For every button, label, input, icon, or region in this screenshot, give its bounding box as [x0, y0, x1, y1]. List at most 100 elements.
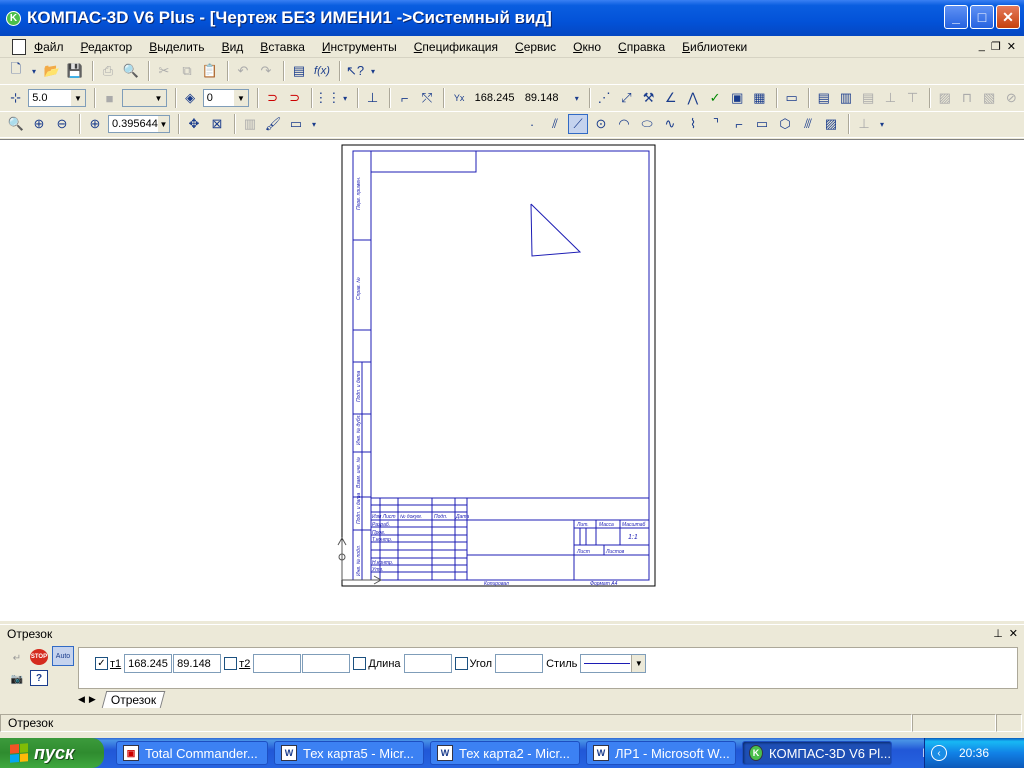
- local-snap-icon[interactable]: ⊃: [285, 88, 304, 108]
- camera-icon[interactable]: 📷: [8, 671, 26, 687]
- tool-point-icon[interactable]: ⋰: [595, 88, 614, 108]
- help-icon[interactable]: ?: [30, 670, 48, 686]
- geom-fillet-icon[interactable]: ⌐: [729, 114, 749, 134]
- calculator-icon[interactable]: ▤: [289, 61, 309, 81]
- geom-spline-icon[interactable]: ∿: [660, 114, 680, 134]
- view-combo[interactable]: ▼: [122, 89, 167, 107]
- tab-scroll-right-icon[interactable]: ▶: [89, 694, 96, 705]
- tab-scroll-left-icon[interactable]: ◀: [78, 694, 85, 705]
- tool-check-icon[interactable]: ✓: [705, 88, 724, 108]
- document-icon[interactable]: [12, 38, 26, 55]
- geom-segment-icon[interactable]: ⟋: [568, 114, 588, 134]
- menu-file[interactable]: Файл: [34, 40, 64, 54]
- menu-specification[interactable]: Спецификация: [414, 40, 498, 54]
- paste-icon[interactable]: 📋: [200, 61, 220, 81]
- panel-close-button[interactable]: ✕: [1009, 627, 1018, 640]
- taskbar-button[interactable]: ▣ Total Commander...: [116, 741, 268, 765]
- tool-sheet-icon[interactable]: ▦: [750, 88, 769, 108]
- t1-y-field[interactable]: 89.148: [173, 654, 222, 673]
- save-icon[interactable]: 💾: [65, 61, 85, 81]
- new-dropdown-icon[interactable]: ▾: [29, 61, 39, 81]
- display-dropdown-icon[interactable]: ▾: [309, 114, 319, 134]
- local-cs-icon[interactable]: ⊥: [363, 88, 382, 108]
- function-icon[interactable]: f(x): [312, 61, 332, 81]
- geom-circle-icon[interactable]: ⊙: [591, 114, 611, 134]
- tool-hammer-icon[interactable]: ⚒: [639, 88, 658, 108]
- zoom-window-icon[interactable]: 🔍: [6, 114, 26, 134]
- tool-lib3-icon[interactable]: ▧: [980, 88, 999, 108]
- enter-icon[interactable]: ↵: [8, 650, 26, 666]
- coord-y-field[interactable]: 89.148: [521, 89, 572, 107]
- geom-polygon-icon[interactable]: ⬡: [775, 114, 795, 134]
- undo-icon[interactable]: ↶: [233, 61, 253, 81]
- taskbar-button[interactable]: W ЛР1 - Microsoft W...: [586, 741, 736, 765]
- angle-field[interactable]: [495, 654, 544, 673]
- mdi-minimize-button[interactable]: _: [979, 40, 985, 53]
- help-dropdown-icon[interactable]: ▾: [368, 61, 378, 81]
- menu-insert[interactable]: Вставка: [260, 40, 305, 54]
- redo-icon[interactable]: ↷: [256, 61, 276, 81]
- coord-x-field[interactable]: 168.245: [471, 89, 522, 107]
- tool-spec2-icon[interactable]: ▥: [836, 88, 855, 108]
- geom-ellipse-icon[interactable]: ⬭: [637, 114, 657, 134]
- view-icon[interactable]: ■: [100, 88, 119, 108]
- menu-libraries[interactable]: Библиотеки: [682, 40, 747, 54]
- mdi-close-button[interactable]: ✕: [1007, 40, 1016, 53]
- tab-segment[interactable]: Отрезок: [101, 690, 166, 708]
- coords-dropdown-icon[interactable]: ▾: [572, 88, 582, 108]
- length-checkbox[interactable]: [353, 657, 367, 670]
- style-combo[interactable]: ▼: [580, 654, 647, 673]
- angle-checkbox[interactable]: [454, 657, 468, 670]
- regenerate-icon[interactable]: ▥: [240, 114, 260, 134]
- t2-x-field[interactable]: [253, 654, 302, 673]
- menu-select[interactable]: Выделить: [149, 40, 204, 54]
- length-field[interactable]: [403, 654, 452, 673]
- tool-roughness-icon[interactable]: ⋀: [683, 88, 702, 108]
- drawing-canvas[interactable]: Перв. примен. Справ. № Подп. и дата Инв.…: [0, 139, 1024, 621]
- menu-help[interactable]: Справка: [618, 40, 665, 54]
- cut-icon[interactable]: ✂: [154, 61, 174, 81]
- tool-lib1-icon[interactable]: ▨: [935, 88, 954, 108]
- zoom-combo[interactable]: 0.395644 ▼: [108, 115, 170, 133]
- layers-icon[interactable]: ◈: [181, 88, 200, 108]
- menu-view[interactable]: Вид: [222, 40, 244, 54]
- maximize-button[interactable]: □: [970, 5, 994, 29]
- geom-equidistant-icon[interactable]: ⫻: [798, 114, 818, 134]
- show-all-icon[interactable]: ⊠: [207, 114, 227, 134]
- print-preview-icon[interactable]: 🔍: [121, 61, 141, 81]
- round-icon[interactable]: ⤲: [417, 88, 436, 108]
- pin-icon[interactable]: ⊥: [993, 627, 1003, 640]
- step-combo[interactable]: 5.0 ▼: [28, 89, 86, 107]
- taskbar-button-active[interactable]: K КОМПАС-3D V6 Pl...: [742, 741, 892, 765]
- mdi-restore-button[interactable]: ❐: [991, 40, 1001, 53]
- tool-frame-icon[interactable]: ▣: [728, 88, 747, 108]
- geom-more-icon[interactable]: ⊥: [854, 114, 874, 134]
- t2-checkbox[interactable]: [224, 657, 238, 670]
- tool-angle-icon[interactable]: ∠: [661, 88, 680, 108]
- menu-tools[interactable]: Инструменты: [322, 40, 397, 54]
- t1-x-field[interactable]: 168.245: [124, 654, 173, 673]
- geom-chamfer-icon[interactable]: ⌝: [706, 114, 726, 134]
- open-folder-icon[interactable]: 📂: [42, 61, 62, 81]
- tool-spec5-icon[interactable]: ⊤: [903, 88, 922, 108]
- zoom-scale-icon[interactable]: ⊕: [85, 114, 105, 134]
- geom-rectangle-icon[interactable]: ▭: [752, 114, 772, 134]
- start-button[interactable]: пуск: [0, 738, 104, 768]
- zoom-in-icon[interactable]: ⊕: [29, 114, 49, 134]
- tool-spec4-icon[interactable]: ⊥: [881, 88, 900, 108]
- tool-rect-icon[interactable]: ▭: [782, 88, 801, 108]
- new-document-icon[interactable]: 🗋: [6, 61, 26, 81]
- tool-dimension-icon[interactable]: ⤢: [617, 88, 636, 108]
- display-icon[interactable]: ▭: [286, 114, 306, 134]
- taskbar-button[interactable]: W Тех карта5 - Micr...: [274, 741, 424, 765]
- geom-hatch-icon[interactable]: ▨: [821, 114, 841, 134]
- grid-dropdown-icon[interactable]: ▾: [340, 88, 350, 108]
- zoom-out-icon[interactable]: ⊖: [52, 114, 72, 134]
- grid-icon[interactable]: ⋮⋮: [314, 88, 340, 108]
- geom-aux-line-icon[interactable]: ⫽: [545, 114, 565, 134]
- geom-more-dropdown-icon[interactable]: ▾: [877, 114, 887, 134]
- tool-lib4-icon[interactable]: ⊘: [1002, 88, 1021, 108]
- menu-service[interactable]: Сервис: [515, 40, 556, 54]
- geom-arc-icon[interactable]: ◠: [614, 114, 634, 134]
- close-button[interactable]: ✕: [996, 5, 1020, 29]
